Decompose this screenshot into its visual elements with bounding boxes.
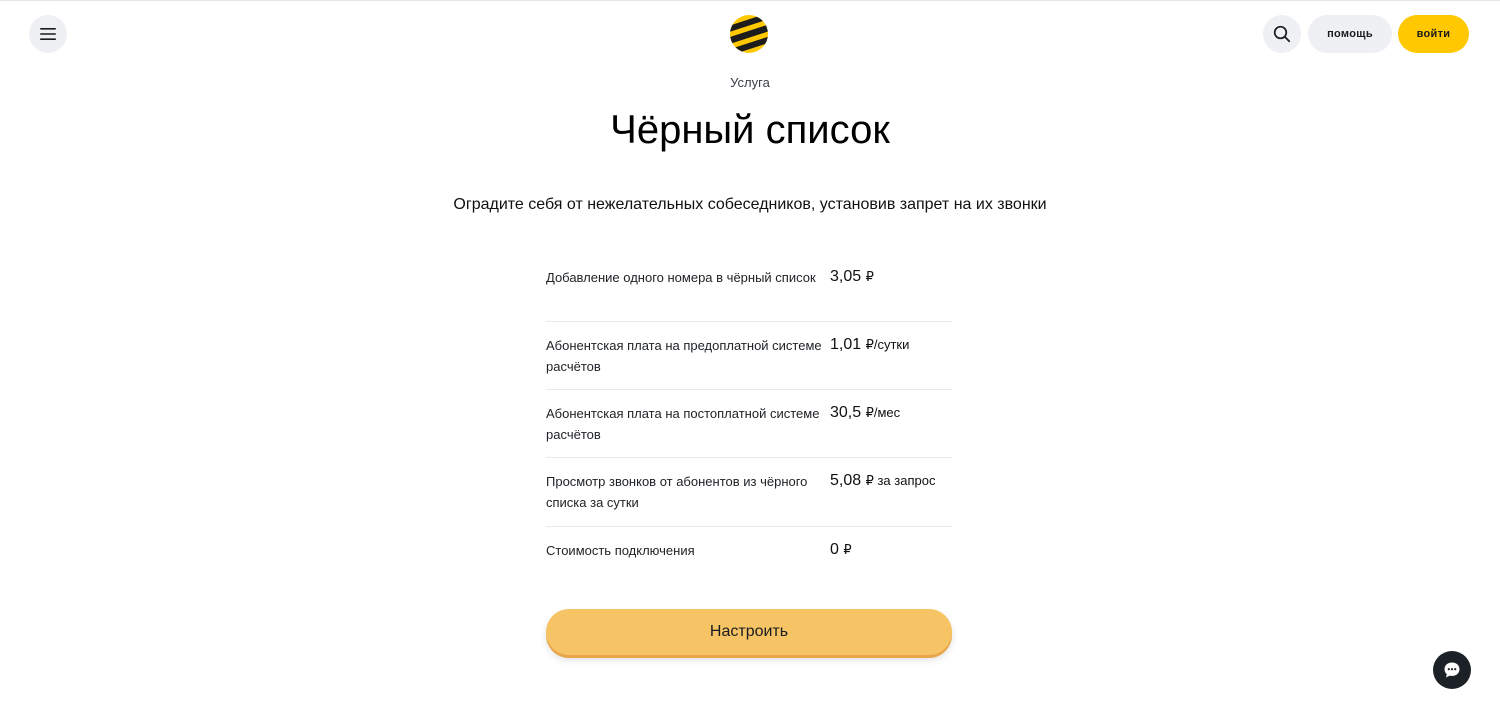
tariff-label: Стоимость подключения <box>546 543 695 558</box>
tariff-row: Абонентская плата на постоплатной систем… <box>546 390 952 458</box>
tariff-label: Добавление одного номера в чёрный список <box>546 270 816 285</box>
tariff-row: Стоимость подключения 0 ₽ <box>546 527 952 577</box>
beeline-logo-icon <box>730 15 768 53</box>
help-button[interactable]: помощь <box>1308 15 1392 53</box>
chat-button[interactable] <box>1433 651 1471 689</box>
menu-button[interactable] <box>29 15 67 53</box>
tariff-amount: 3,05 <box>830 268 862 285</box>
beeline-logo[interactable] <box>728 14 770 54</box>
hamburger-menu-icon <box>40 28 56 40</box>
configure-button[interactable]: Настроить <box>546 609 952 655</box>
tariff-amount: 1,01 <box>830 336 862 353</box>
tariff-value: 1,01 ₽/сутки <box>830 336 909 354</box>
tariff-row: Добавление одного номера в чёрный список… <box>546 254 952 322</box>
tariff-list: Добавление одного номера в чёрный список… <box>546 254 952 577</box>
tariff-unit: ₽/мес <box>865 405 901 420</box>
login-button[interactable]: войти <box>1398 15 1469 53</box>
tariff-row: Абонентская плата на предоплатной систем… <box>546 322 952 390</box>
tariff-amount: 0 <box>830 541 839 558</box>
tariff-value: 30,5 ₽/мес <box>830 404 900 422</box>
search-icon <box>1273 25 1291 43</box>
tariff-unit: ₽ <box>865 269 874 284</box>
tariff-amount: 30,5 <box>830 404 862 421</box>
tariff-amount: 5,08 <box>830 472 862 489</box>
tariff-label: Абонентская плата на предоплатной систем… <box>546 338 822 374</box>
tariff-value: 0 ₽ <box>830 541 852 559</box>
page-subtitle: Оградите себя от нежелательных собеседни… <box>453 196 1047 213</box>
tariff-unit: ₽/сутки <box>865 337 910 352</box>
tariff-unit: ₽ за запрос <box>865 473 936 488</box>
top-divider <box>0 0 1500 1</box>
tariff-value: 5,08 ₽ за запрос <box>830 472 935 490</box>
tariff-label: Абонентская плата на постоплатной систем… <box>546 406 820 442</box>
tariff-unit: ₽ <box>843 542 852 557</box>
search-button[interactable] <box>1263 15 1301 53</box>
tariff-row: Просмотр звонков от абонентов из чёрного… <box>546 458 952 527</box>
service-eyebrow: Услуга <box>730 75 770 90</box>
tariff-value: 3,05 ₽ <box>830 268 874 286</box>
chat-bubble-icon <box>1444 662 1460 678</box>
page-title: Чёрный список <box>610 108 890 152</box>
tariff-label: Просмотр звонков от абонентов из чёрного… <box>546 474 808 510</box>
